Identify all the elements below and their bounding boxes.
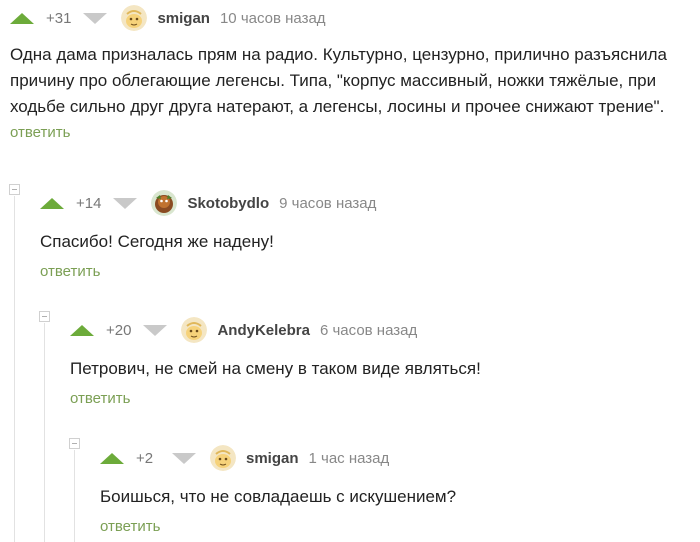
comment-timestamp[interactable]: 9 часов назад	[279, 195, 376, 212]
skotobydlo-avatar-icon[interactable]	[151, 190, 178, 216]
upvote-arrow-icon[interactable]	[40, 197, 64, 209]
thread-line-level-1	[14, 196, 15, 542]
comment-timestamp[interactable]: 1 час назад	[309, 450, 390, 467]
comment-timestamp[interactable]: 10 часов назад	[220, 10, 326, 27]
upvote-arrow-icon[interactable]	[70, 324, 94, 336]
downvote-arrow-icon[interactable]	[172, 452, 196, 464]
thread-line-level-3	[74, 450, 75, 542]
smigan-avatar-icon[interactable]	[121, 5, 148, 31]
comment-rating: +31	[46, 9, 72, 27]
comment-author[interactable]: AndyKelebra	[217, 322, 310, 339]
collapse-thread-button[interactable]	[69, 438, 80, 449]
comment-text: Спасибо! Сегодня же надену!	[40, 232, 274, 251]
comment: +20 AndyKelebra 6 часов назад Петрович, …	[70, 312, 680, 408]
comment-header: +31 smigan 10 часов назад	[10, 0, 695, 36]
downvote-arrow-icon[interactable]	[113, 197, 138, 209]
upvote-arrow-icon[interactable]	[10, 12, 34, 24]
smigan-avatar-icon[interactable]	[210, 445, 236, 471]
comment-timestamp[interactable]: 6 часов назад	[320, 322, 417, 339]
comment-text: Одна дама призналась прям на радио. Куль…	[10, 45, 672, 116]
downvote-arrow-icon[interactable]	[143, 324, 168, 336]
downvote-arrow-icon[interactable]	[83, 12, 108, 24]
andykelebra-avatar-icon[interactable]	[181, 317, 208, 343]
thread-line-level-2	[44, 323, 45, 542]
upvote-arrow-icon[interactable]	[100, 452, 124, 464]
comment: +31 smigan 10 часов назад Одна дама приз…	[10, 0, 695, 142]
comments-thread: +31 smigan 10 часов назад Одна дама приз…	[0, 0, 700, 542]
comment-header: +20 AndyKelebra 6 часов назад	[70, 312, 680, 348]
comment-author[interactable]: Skotobydlo	[187, 195, 269, 212]
reply-link[interactable]: ответить	[100, 518, 160, 535]
comment-text: Петрович, не смей на смену в таком виде …	[70, 359, 481, 378]
comment-text: Боишься, что не совладаешь с искушением?	[100, 487, 457, 506]
comment-rating: +14	[76, 194, 102, 212]
collapse-thread-button[interactable]	[39, 311, 50, 322]
comment-author[interactable]: smigan	[246, 450, 299, 467]
reply-link[interactable]: ответить	[40, 263, 100, 280]
comment-header: +14 Skotobydlo 9 часов назад	[40, 185, 680, 221]
comment-rating: +20	[106, 321, 132, 339]
reply-link[interactable]: ответить	[70, 390, 130, 407]
comment-header: +2 smigan 1 час назад	[100, 440, 680, 476]
comment: +14 Skotobydlo 9 часов назад Спасибо! Се…	[40, 185, 680, 281]
comment-rating: +2	[136, 449, 154, 467]
comment: +2 smigan 1 час назад Боишься, что не со…	[100, 440, 680, 536]
comment-author[interactable]: smigan	[157, 10, 210, 27]
collapse-thread-button[interactable]	[9, 184, 20, 195]
reply-link[interactable]: ответить	[10, 124, 70, 141]
